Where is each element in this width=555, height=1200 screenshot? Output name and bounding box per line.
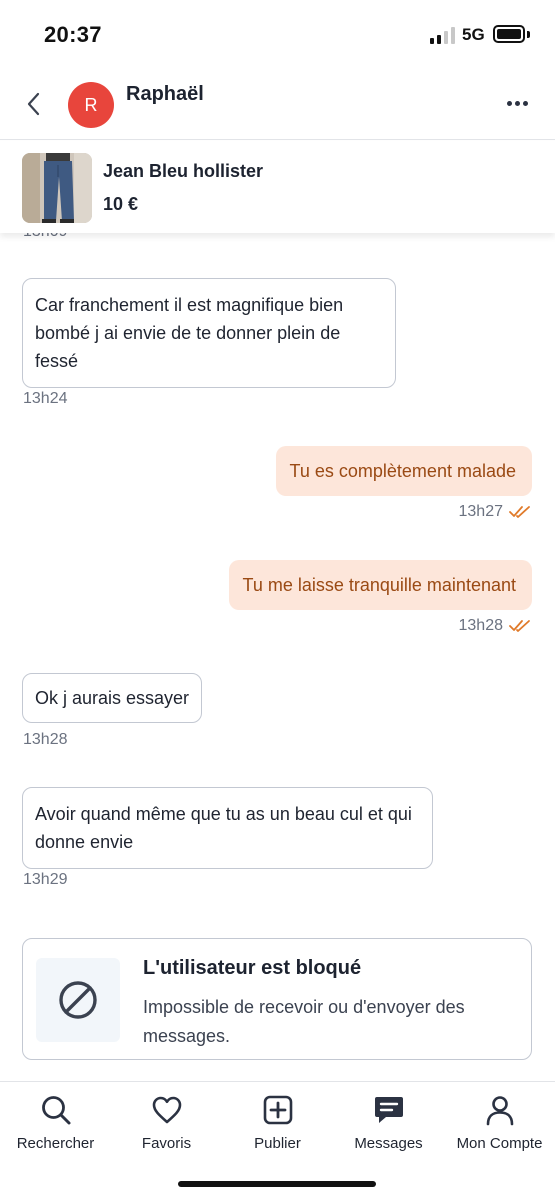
message-text: Tu es complètement malade [289, 461, 516, 481]
status-time: 20:37 [44, 22, 102, 47]
message-time: 13h28 [23, 731, 68, 748]
message-bubble-incoming[interactable]: Car franchement il est magnifique bien b… [22, 278, 396, 388]
contact-name[interactable]: Raphaël [126, 83, 204, 106]
bottom-navigation: Rechercher Favoris Publier Messages Mon … [0, 1081, 555, 1200]
message-time: 13h27 [458, 503, 504, 520]
blocked-icon-container [36, 958, 120, 1042]
product-title[interactable]: Jean Bleu hollister [103, 161, 263, 182]
battery-tip [527, 31, 530, 38]
nav-label: Favoris [141, 1135, 192, 1152]
message-bubble-outgoing[interactable]: Tu es complètement malade [275, 446, 532, 496]
message-bubble-outgoing[interactable]: Tu me laisse tranquille maintenant [228, 560, 532, 610]
double-check-icon [509, 620, 530, 632]
product-banner[interactable]: Jean Bleu hollister 10 € [0, 141, 555, 233]
message-text: Tu me laisse tranquille maintenant [242, 575, 516, 595]
nav-item-messages[interactable]: Messages [333, 1094, 444, 1152]
blocked-title: L'utilisateur est bloqué [143, 957, 362, 979]
block-icon [59, 981, 97, 1019]
message-time: 13h28 [458, 617, 504, 634]
message-text: Car franchement il est magnifique bien b… [35, 295, 344, 371]
message-text: Ok j aurais essayer [35, 688, 190, 708]
blocked-user-notice: L'utilisateur est bloqué Impossible de r… [22, 938, 532, 1060]
message-time: 13h29 [23, 871, 68, 888]
blocked-description: Impossible de recevoir ou d'envoyer des … [143, 997, 465, 1046]
avatar[interactable]: R [68, 82, 114, 128]
message-icon [374, 1097, 403, 1123]
product-thumbnail[interactable] [22, 153, 92, 223]
message-bubble-incoming[interactable]: Avoir quand même que tu as un beau cul e… [22, 787, 433, 869]
nav-item-account[interactable]: Mon Compte [444, 1094, 555, 1152]
search-icon [41, 1096, 70, 1125]
home-indicator[interactable] [178, 1181, 376, 1187]
nav-item-search[interactable]: Rechercher [0, 1094, 111, 1152]
network-type: 5G [462, 25, 485, 44]
jeans-photo [22, 153, 92, 223]
battery-icon [493, 25, 525, 43]
message-text: Avoir quand même que tu as un beau cul e… [35, 804, 412, 852]
chevron-left-icon[interactable] [22, 90, 46, 118]
message-meta: 13h27 [459, 503, 532, 521]
signal-icon [430, 26, 456, 44]
nav-label: Messages [354, 1135, 423, 1152]
double-check-icon [509, 506, 530, 518]
chat-header: R Raphaël [0, 72, 555, 140]
plus-square-icon [263, 1095, 292, 1125]
heart-icon [152, 1096, 181, 1124]
nav-item-publish[interactable]: Publier [222, 1094, 333, 1152]
product-price: 10 € [103, 194, 139, 214]
user-icon [486, 1096, 513, 1126]
more-horizontal-icon[interactable] [504, 100, 532, 108]
message-time: 13h24 [23, 390, 68, 407]
nav-item-favorites[interactable]: Favoris [111, 1094, 222, 1152]
nav-label: Mon Compte [456, 1135, 543, 1152]
message-meta: 13h28 [459, 617, 532, 635]
message-list[interactable]: 13h09 Car franchement il est magnifique … [0, 233, 555, 1081]
message-bubble-incoming[interactable]: Ok j aurais essayer [22, 673, 203, 723]
nav-label: Rechercher [16, 1135, 95, 1152]
nav-label: Publier [254, 1135, 301, 1152]
message-time: 13h09 [23, 233, 68, 241]
status-bar: 20:37 5G [0, 0, 555, 72]
